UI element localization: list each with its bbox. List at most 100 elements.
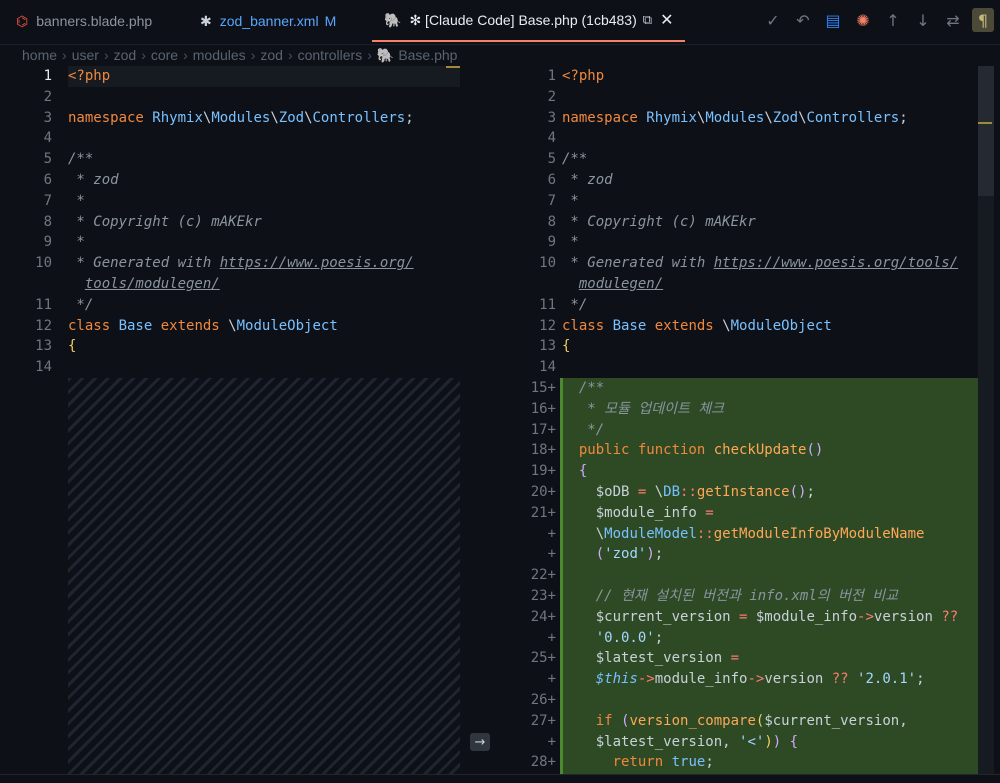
- arrow-up-icon[interactable]: ↑: [882, 8, 904, 32]
- code-line[interactable]: 3 namespace Rhymix\Modules\Zod\Controller…: [494, 108, 978, 129]
- code-line[interactable]: 3 namespace Rhymix\Modules\Zod\Controller…: [0, 108, 460, 129]
- code-token: <?php: [68, 68, 111, 84]
- breadcrumb-item[interactable]: controllers: [298, 44, 363, 66]
- code-token: * Generated with: [68, 255, 220, 272]
- line-number: +: [547, 546, 556, 563]
- code-line[interactable]: 8 * Copyright (c) mAKEkr: [494, 212, 978, 233]
- database-icon[interactable]: ▤: [822, 8, 844, 32]
- code-line[interactable]: 27+ if (version_compare($current_version…: [494, 711, 978, 732]
- line-number: 20+: [530, 484, 556, 500]
- breadcrumb-item[interactable]: modules: [193, 44, 246, 66]
- code-line[interactable]: 22+: [494, 565, 978, 586]
- tab-claude-base-php[interactable]: 🐘 ✻ [Claude Code] Base.php (1cb483) ⧉ ✕: [372, 0, 686, 42]
- diff-original-pane[interactable]: 1 <?php 2 3 namespace Rhymix\Modules\Zod\Con…: [0, 66, 460, 782]
- code-text: class Base extends \ModuleObject: [562, 316, 832, 337]
- code-line[interactable]: 18+ public function checkUpdate(): [494, 440, 978, 461]
- code-line[interactable]: 13 {: [494, 336, 978, 357]
- line-number: 13: [539, 338, 556, 355]
- revert-arrow-icon[interactable]: →: [470, 733, 490, 751]
- code-line[interactable]: 6 * zod: [0, 170, 460, 191]
- code-line[interactable]: 7 *: [494, 191, 978, 212]
- code-token: https://www.poesis.org/tools/: [713, 255, 959, 272]
- breadcrumb-item[interactable]: user: [72, 44, 99, 66]
- tab-zod-banner-xml[interactable]: ✱ zod_banner.xml M: [200, 0, 336, 42]
- code-line[interactable]: 9 *: [0, 232, 460, 253]
- code-line[interactable]: 1 <?php: [0, 66, 460, 87]
- code-line[interactable]: 12 class Base extends \ModuleObject: [494, 316, 978, 337]
- code-line[interactable]: 4: [494, 128, 978, 149]
- code-line[interactable]: 4: [0, 128, 460, 149]
- code-line[interactable]: 5 /**: [494, 149, 978, 170]
- claude-spark-icon[interactable]: ✺: [852, 8, 874, 32]
- breadcrumb-item[interactable]: zod: [260, 44, 283, 66]
- undo-icon[interactable]: ↶: [792, 8, 814, 32]
- code-line[interactable]: + \ModuleModel::getModuleInfoByModuleNam…: [494, 524, 978, 545]
- code-line[interactable]: 10 * Generated with https://www.poesis.o…: [0, 253, 460, 274]
- code-line[interactable]: 1 <?php: [494, 66, 978, 87]
- code-line[interactable]: 20+ $oDB = \DB::getInstance();: [494, 482, 978, 503]
- breadcrumb-item[interactable]: core: [151, 44, 178, 66]
- code-line[interactable]: 14: [0, 357, 460, 378]
- code-text: /**: [68, 149, 93, 170]
- arrow-down-icon[interactable]: ↓: [912, 8, 934, 32]
- code-token: <?php: [562, 68, 605, 84]
- swap-icon[interactable]: ⇄: [942, 8, 964, 32]
- check-icon[interactable]: ✓: [762, 8, 784, 32]
- code-line[interactable]: 12 class Base extends \ModuleObject: [0, 316, 460, 337]
- code-line[interactable]: 23+ // 현재 설치된 버전과 info.xml의 버전 비교: [494, 586, 978, 607]
- code-line[interactable]: 11 */: [0, 295, 460, 316]
- code-line[interactable]: 11 */: [494, 295, 978, 316]
- close-icon[interactable]: ✕: [660, 10, 673, 30]
- code-line[interactable]: 2: [494, 87, 978, 108]
- code-token: ,: [899, 712, 908, 729]
- code-line[interactable]: 5 /**: [0, 149, 460, 170]
- code-token: $latest_version: [562, 733, 723, 750]
- code-line[interactable]: 24+ $current_version = $module_info->ver…: [494, 607, 978, 628]
- code-text: $module_info =: [562, 503, 714, 524]
- code-line[interactable]: modulegen/: [494, 274, 978, 295]
- code-line[interactable]: + $latest_version, '<')) {: [494, 732, 978, 753]
- pilcrow-icon[interactable]: ¶: [972, 8, 994, 32]
- line-number: 26+: [530, 692, 556, 708]
- code-line[interactable]: 7 *: [0, 191, 460, 212]
- code-line[interactable]: 16+ * 모듈 업데이트 체크: [494, 399, 978, 420]
- code-line[interactable]: 17+ */: [494, 420, 978, 441]
- code-line[interactable]: 9 *: [494, 232, 978, 253]
- code-line[interactable]: + $this->module_info->version ?? '2.0.1'…: [494, 669, 978, 690]
- tab-banners-blade[interactable]: ⌬ banners.blade.php: [16, 0, 152, 42]
- code-token: ModuleModel: [604, 525, 697, 542]
- scrollbar-thumb[interactable]: [978, 66, 994, 196]
- code-line[interactable]: 21+ $module_info =: [494, 503, 978, 524]
- code-text: {: [68, 336, 76, 357]
- line-number: 21+: [530, 504, 556, 521]
- code-line[interactable]: 19+ {: [494, 461, 978, 482]
- code-token: https://www.poesis.org/: [219, 255, 414, 272]
- code-line[interactable]: 8 * Copyright (c) mAKEkr: [0, 212, 460, 233]
- code-line[interactable]: tools/modulegen/: [0, 274, 460, 295]
- code-line[interactable]: 2: [0, 87, 460, 108]
- code-line[interactable]: 10 * Generated with https://www.poesis.o…: [494, 253, 978, 274]
- code-line[interactable]: 25+ $latest_version =: [494, 648, 978, 669]
- code-line[interactable]: + '0.0.0';: [494, 628, 978, 649]
- diff-modified-pane[interactable]: 1 <?php 2 3 namespace Rhymix\Modules\Zod\Con…: [494, 66, 978, 782]
- breadcrumb-item[interactable]: zod: [114, 44, 137, 66]
- code-line[interactable]: 15+ /**: [494, 378, 978, 399]
- code-token: \: [722, 317, 731, 334]
- code-text: $oDB = \DB::getInstance();: [562, 482, 815, 503]
- code-token: *: [562, 234, 579, 251]
- code-token: Rhymix: [646, 109, 697, 126]
- code-line[interactable]: 14: [494, 357, 978, 378]
- code-line[interactable]: 13 {: [0, 336, 460, 357]
- breadcrumb-item[interactable]: home: [22, 44, 57, 66]
- code-line[interactable]: 6 * zod: [494, 170, 978, 191]
- code-line[interactable]: 28+ return true;: [494, 752, 978, 773]
- line-number: 3: [43, 109, 52, 126]
- code-token: Zod: [278, 109, 305, 126]
- code-line[interactable]: 26+: [494, 690, 978, 711]
- split-icon[interactable]: ⧉: [643, 12, 652, 28]
- code-text: <?php: [68, 66, 110, 87]
- breadcrumb-file[interactable]: Base.php: [398, 44, 457, 66]
- code-line[interactable]: + ('zod');: [494, 544, 978, 565]
- code-token: =: [637, 484, 655, 500]
